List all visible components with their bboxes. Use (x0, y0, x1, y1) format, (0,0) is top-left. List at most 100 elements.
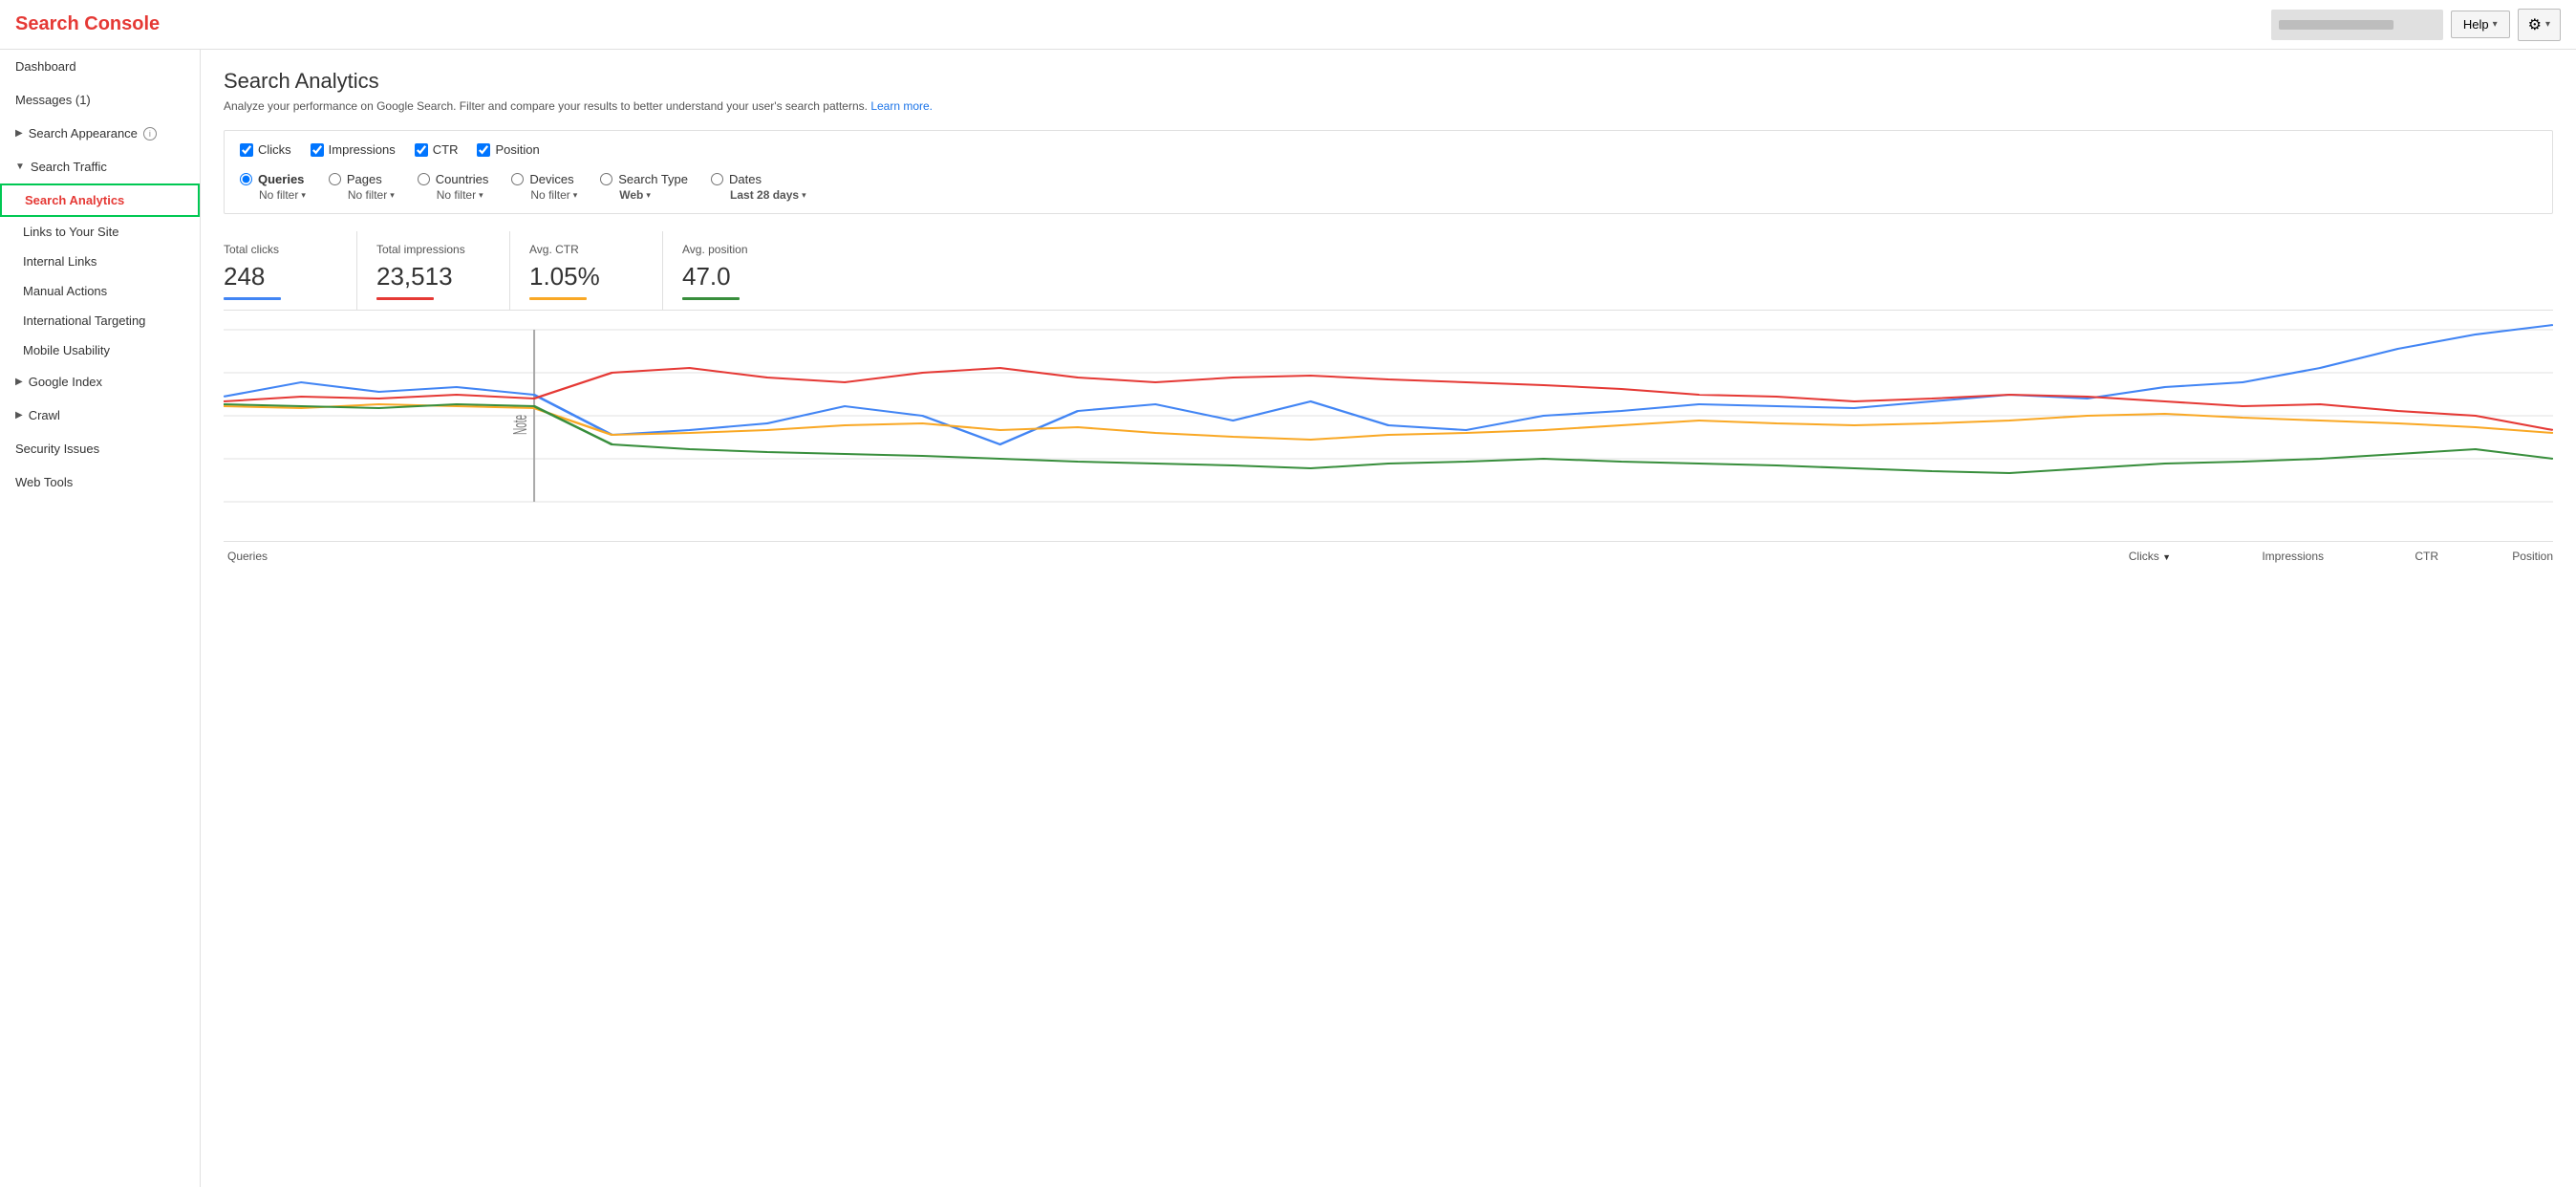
dates-value: Last 28 days (730, 188, 799, 202)
radio-group-search-type: Search Type Web ▾ (600, 172, 688, 202)
account-selector[interactable] (2271, 10, 2443, 40)
radio-countries[interactable]: Countries (418, 172, 489, 186)
checkbox-position[interactable]: Position (477, 142, 539, 157)
sidebar-item-international-targeting[interactable]: International Targeting (0, 306, 200, 335)
avg-position-underline (682, 297, 740, 300)
devices-filter[interactable]: No filter ▾ (511, 188, 577, 202)
sidebar-item-web-tools[interactable]: Web Tools (0, 465, 200, 499)
checkbox-clicks[interactable]: Clicks (240, 142, 291, 157)
total-clicks-underline (224, 297, 281, 300)
page-title: Search Analytics (224, 69, 2553, 94)
countries-filter[interactable]: No filter ▾ (418, 188, 483, 202)
crawl-arrow-icon: ▶ (15, 410, 23, 421)
ctr-checkbox-label: CTR (433, 142, 459, 157)
dates-radio[interactable] (711, 173, 723, 185)
sidebar-dashboard-label: Dashboard (15, 59, 76, 74)
countries-radio-label: Countries (436, 172, 489, 186)
line-chart: Note (224, 320, 2553, 530)
help-label: Help (2463, 17, 2489, 32)
clicks-checkbox[interactable] (240, 143, 253, 157)
radio-group-devices: Devices No filter ▾ (511, 172, 577, 202)
impressions-checkbox-label: Impressions (329, 142, 396, 157)
main-content: Search Analytics Analyze your performanc… (201, 50, 2576, 1187)
sidebar-section-google-index[interactable]: ▶ Google Index (0, 365, 200, 399)
sidebar-section-crawl[interactable]: ▶ Crawl (0, 399, 200, 432)
countries-filter-arrow: ▾ (479, 190, 483, 201)
table-header-queries-label: Queries (227, 550, 268, 563)
sidebar: Dashboard Messages (1) ▶ Search Appearan… (0, 50, 201, 1187)
help-button[interactable]: Help ▾ (2451, 11, 2510, 38)
ctr-checkbox[interactable] (415, 143, 428, 157)
svg-text:Note: Note (510, 415, 531, 435)
table-header-ctr-label: CTR (2415, 550, 2438, 563)
dates-filter[interactable]: Last 28 days ▾ (711, 188, 806, 202)
account-placeholder-bar (2279, 20, 2394, 30)
radio-row: Queries No filter ▾ Pages No filter ▾ (240, 168, 2537, 202)
radio-devices[interactable]: Devices (511, 172, 573, 186)
table-col-position[interactable]: Position (2438, 550, 2553, 563)
sidebar-messages-label: Messages (1) (15, 93, 91, 107)
app-logo: Search Console (15, 13, 160, 35)
topbar: Search Console Help ▾ ⚙ ▾ (0, 0, 2576, 50)
devices-radio[interactable] (511, 173, 524, 185)
table-header-row: Queries Clicks ▼ Impressions CTR Positio… (224, 541, 2553, 567)
radio-dates[interactable]: Dates (711, 172, 762, 186)
pages-radio[interactable] (329, 173, 341, 185)
radio-search-type[interactable]: Search Type (600, 172, 688, 186)
settings-button[interactable]: ⚙ ▾ (2518, 9, 2561, 41)
sidebar-section-search-traffic[interactable]: ▼ Search Traffic (0, 150, 200, 183)
checkbox-ctr[interactable]: CTR (415, 142, 459, 157)
table-col-ctr[interactable]: CTR (2324, 550, 2438, 563)
table-header-clicks-label: Clicks (2129, 550, 2159, 563)
radio-queries[interactable]: Queries (240, 172, 304, 186)
sidebar-item-links-to-site[interactable]: Links to Your Site (0, 217, 200, 247)
queries-filter[interactable]: No filter ▾ (240, 188, 306, 202)
sidebar-item-dashboard[interactable]: Dashboard (0, 50, 200, 83)
search-type-value: Web (619, 188, 643, 202)
total-clicks-label: Total clicks (224, 243, 337, 256)
table-col-impressions[interactable]: Impressions (2171, 550, 2324, 563)
devices-filter-arrow: ▾ (573, 190, 578, 201)
learn-more-link[interactable]: Learn more. (870, 99, 933, 113)
sidebar-item-search-analytics[interactable]: Search Analytics (0, 183, 200, 217)
dates-radio-label: Dates (729, 172, 762, 186)
search-appearance-info-icon[interactable]: i (143, 127, 157, 140)
queries-radio[interactable] (240, 173, 252, 185)
checkbox-row: Clicks Impressions CTR Position (240, 142, 2537, 157)
sidebar-item-mobile-usability[interactable]: Mobile Usability (0, 335, 200, 365)
position-checkbox[interactable] (477, 143, 490, 157)
search-traffic-children: Search Analytics Links to Your Site Inte… (0, 183, 200, 365)
avg-ctr-underline (529, 297, 587, 300)
sidebar-item-internal-links[interactable]: Internal Links (0, 247, 200, 276)
search-traffic-label: Search Traffic (31, 160, 107, 174)
search-traffic-arrow-icon: ▼ (15, 162, 25, 172)
total-clicks-value: 248 (224, 262, 337, 291)
countries-radio[interactable] (418, 173, 430, 185)
clicks-checkbox-label: Clicks (258, 142, 291, 157)
pages-filter[interactable]: No filter ▾ (329, 188, 395, 202)
pages-filter-arrow: ▾ (390, 190, 395, 201)
google-index-label: Google Index (29, 375, 102, 389)
radio-pages[interactable]: Pages (329, 172, 382, 186)
sidebar-section-search-appearance[interactable]: ▶ Search Appearance i (0, 117, 200, 150)
impressions-checkbox[interactable] (311, 143, 324, 157)
checkbox-impressions[interactable]: Impressions (311, 142, 396, 157)
topbar-right: Help ▾ ⚙ ▾ (2271, 9, 2561, 41)
position-checkbox-label: Position (495, 142, 539, 157)
search-type-filter[interactable]: Web ▾ (600, 188, 651, 202)
help-chevron-icon: ▾ (2493, 19, 2498, 30)
search-type-radio-label: Search Type (618, 172, 688, 186)
avg-ctr-label: Avg. CTR (529, 243, 643, 256)
queries-radio-label: Queries (258, 172, 304, 186)
sidebar-item-messages[interactable]: Messages (1) (0, 83, 200, 117)
table-col-queries[interactable]: Queries (224, 550, 2018, 563)
table-col-clicks[interactable]: Clicks ▼ (2018, 550, 2171, 563)
avg-position-value: 47.0 (682, 262, 797, 291)
crawl-label: Crawl (29, 408, 60, 422)
sidebar-item-manual-actions[interactable]: Manual Actions (0, 276, 200, 306)
sidebar-item-security-issues[interactable]: Security Issues (0, 432, 200, 465)
clicks-sort-icon: ▼ (2162, 552, 2171, 562)
search-type-radio[interactable] (600, 173, 612, 185)
table-header-position-label: Position (2512, 550, 2553, 563)
layout: Dashboard Messages (1) ▶ Search Appearan… (0, 50, 2576, 1187)
